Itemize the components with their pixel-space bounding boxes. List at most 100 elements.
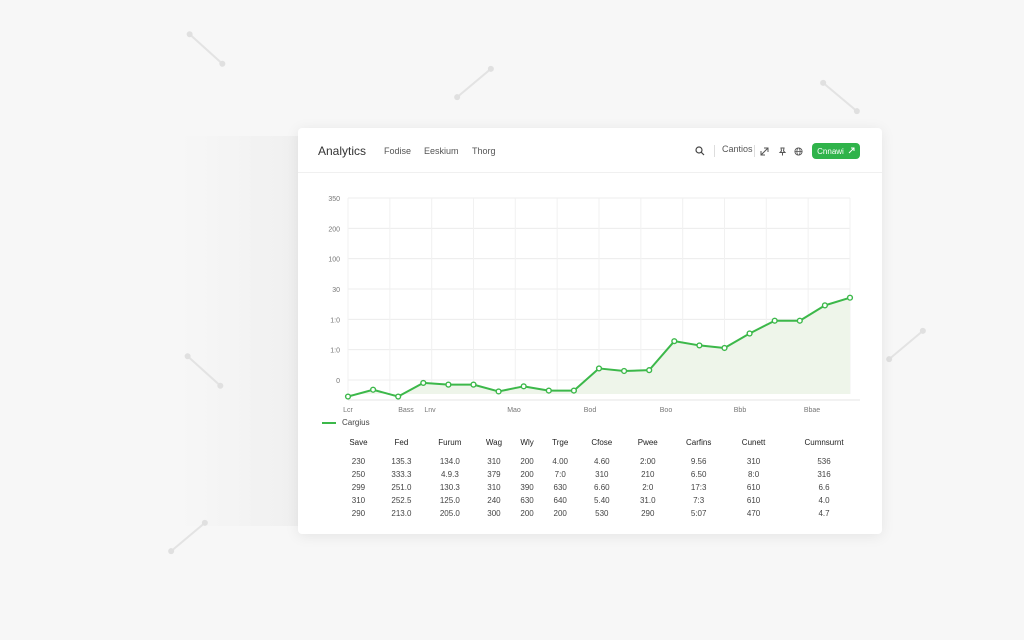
table-row[interactable]: 310 252.5 125.0 240 630 640 5.40 31.0 7:3 610 4.0 — [338, 494, 868, 507]
table-cell: 230 — [351, 457, 366, 466]
toolbar-item[interactable]: Cantios — [722, 144, 753, 154]
table-cell: 379 — [487, 470, 501, 479]
data-point — [821, 302, 829, 309]
search-icon[interactable] — [694, 145, 706, 157]
chart-legend: Cargius — [322, 418, 370, 427]
column-header[interactable]: Furum — [424, 438, 476, 455]
table-cell: 6.50 — [690, 470, 707, 479]
table-cell: 200 — [520, 509, 534, 518]
table-cell: 610 — [746, 496, 761, 505]
data-point — [445, 381, 452, 388]
x-tick-label: Boo — [660, 407, 673, 414]
table-header-row: Save Fed Furum Wag Wly Trge Cfose Pwee Carfins Cu… — [338, 438, 868, 455]
y-tick-label: 0 — [336, 378, 340, 385]
primary-action-button[interactable]: Cnnawi — [812, 143, 860, 159]
table-row[interactable]: 299 251.0 130.3 310 390 630 6.60 2:0 17:3 610 6.6 — [338, 481, 868, 494]
column-header[interactable]: Cfose — [578, 438, 625, 455]
table-cell: 2:0 — [642, 483, 654, 492]
data-point — [796, 317, 803, 324]
table-cell: 4.0 — [818, 496, 830, 505]
x-tick-label: Bbae — [804, 407, 820, 414]
table-cell: 630 — [553, 483, 567, 492]
y-tick-label: 30 — [332, 287, 340, 294]
table-cell: 310 — [746, 457, 761, 466]
table-body: 230 135.3 134.0 310 200 4.00 4.60 2:00 9.56 310 53… — [338, 455, 868, 520]
table-cell: 251.0 — [391, 483, 412, 492]
column-header[interactable]: Cunett — [727, 438, 780, 455]
table-cell: 200 — [520, 470, 534, 479]
decorative-connector — [822, 82, 858, 112]
data-point — [570, 387, 578, 394]
table-cell: 5:07 — [690, 509, 707, 518]
table-cell: 135.3 — [391, 457, 412, 466]
table-cell: 530 — [595, 509, 609, 518]
decorative-connector — [170, 522, 206, 552]
chart-svg: 0 1:0 1:0 30 100 200 350 Lcr Bass Lnv Mao Bod Boo Bbb… — [328, 196, 860, 414]
column-header[interactable]: Cumnsurnt — [780, 438, 868, 455]
data-point — [520, 383, 527, 390]
column-header[interactable]: Save — [338, 438, 379, 455]
decorative-connector — [888, 330, 924, 360]
data-point — [344, 393, 352, 400]
table-cell: 310 — [351, 496, 366, 505]
data-point — [746, 330, 753, 337]
table-cell: 17:3 — [690, 483, 707, 492]
x-tick-label: Lnv — [424, 407, 436, 414]
y-tick-label: 200 — [328, 226, 340, 233]
expand-icon[interactable] — [758, 145, 770, 157]
table-row[interactable]: 250 333.3 4.9.3 379 200 7:0 310 210 6.50 8:0 316 — [338, 468, 868, 481]
pin-icon[interactable] — [776, 145, 788, 157]
table-cell: 7:3 — [693, 496, 705, 505]
toolbar-divider — [714, 145, 715, 157]
table-cell: 4.00 — [552, 457, 568, 466]
table-cell: 310 — [487, 457, 501, 466]
table-cell: 210 — [641, 470, 655, 479]
nav-link-thorg[interactable]: Thorg — [472, 146, 496, 156]
table-cell: 130.3 — [439, 483, 460, 492]
legend-label: Cargius — [342, 418, 370, 427]
data-point — [369, 386, 377, 393]
y-tick-label: 350 — [328, 196, 340, 203]
table-cell: 4.60 — [594, 457, 610, 466]
data-point — [395, 393, 402, 400]
data-point — [545, 387, 552, 394]
table-cell: 640 — [553, 496, 567, 505]
column-header[interactable]: Trge — [542, 438, 578, 455]
column-header[interactable]: Wly — [512, 438, 542, 455]
table-row[interactable]: 230 135.3 134.0 310 200 4.00 4.60 2:00 9.56 310 53… — [338, 455, 868, 468]
column-header[interactable]: Carfins — [670, 438, 727, 455]
app-title: Analytics — [318, 144, 367, 158]
nav-link-eeskium[interactable]: Eeskium — [424, 146, 459, 156]
top-bar: Analytics Fodise Eeskium Thorg Cantios C… — [298, 128, 882, 173]
table-cell: 310 — [595, 470, 609, 479]
y-tick-label: 100 — [328, 257, 340, 264]
column-header[interactable]: Pwee — [625, 438, 670, 455]
column-header[interactable]: Wag — [476, 438, 512, 455]
decorative-connector — [188, 33, 224, 65]
table-cell: 200 — [520, 457, 534, 466]
table-cell: 31.0 — [639, 496, 656, 505]
table-cell: 6.6 — [818, 483, 830, 492]
table-cell: 5.40 — [594, 496, 610, 505]
table-row[interactable]: 290 213.0 205.0 300 200 200 530 290 5:07 470 4.7 — [338, 507, 868, 520]
table-cell: 6.60 — [594, 483, 610, 492]
table-cell: 299 — [351, 483, 366, 492]
table-cell: 300 — [487, 509, 501, 518]
nav-link-fodise[interactable]: Fodise — [384, 146, 411, 156]
column-header[interactable]: Fed — [379, 438, 424, 455]
globe-icon[interactable] — [792, 145, 804, 157]
table-cell: 134.0 — [439, 457, 460, 466]
data-table: Save Fed Furum Wag Wly Trge Cfose Pwee Carfins Cu… — [338, 438, 868, 520]
data-point — [495, 388, 502, 395]
table-cell: 333.3 — [391, 470, 412, 479]
legend-swatch — [322, 421, 336, 424]
table-cell: 310 — [487, 483, 501, 492]
data-point — [846, 294, 854, 301]
table-cell: 200 — [553, 509, 567, 518]
table-cell: 213.0 — [391, 509, 412, 518]
decorative-connector — [456, 68, 492, 98]
table-cell: 250 — [351, 470, 366, 479]
table-cell: 630 — [520, 496, 534, 505]
y-tick-label: 1:0 — [330, 317, 340, 324]
table-cell: 205.0 — [439, 509, 460, 518]
